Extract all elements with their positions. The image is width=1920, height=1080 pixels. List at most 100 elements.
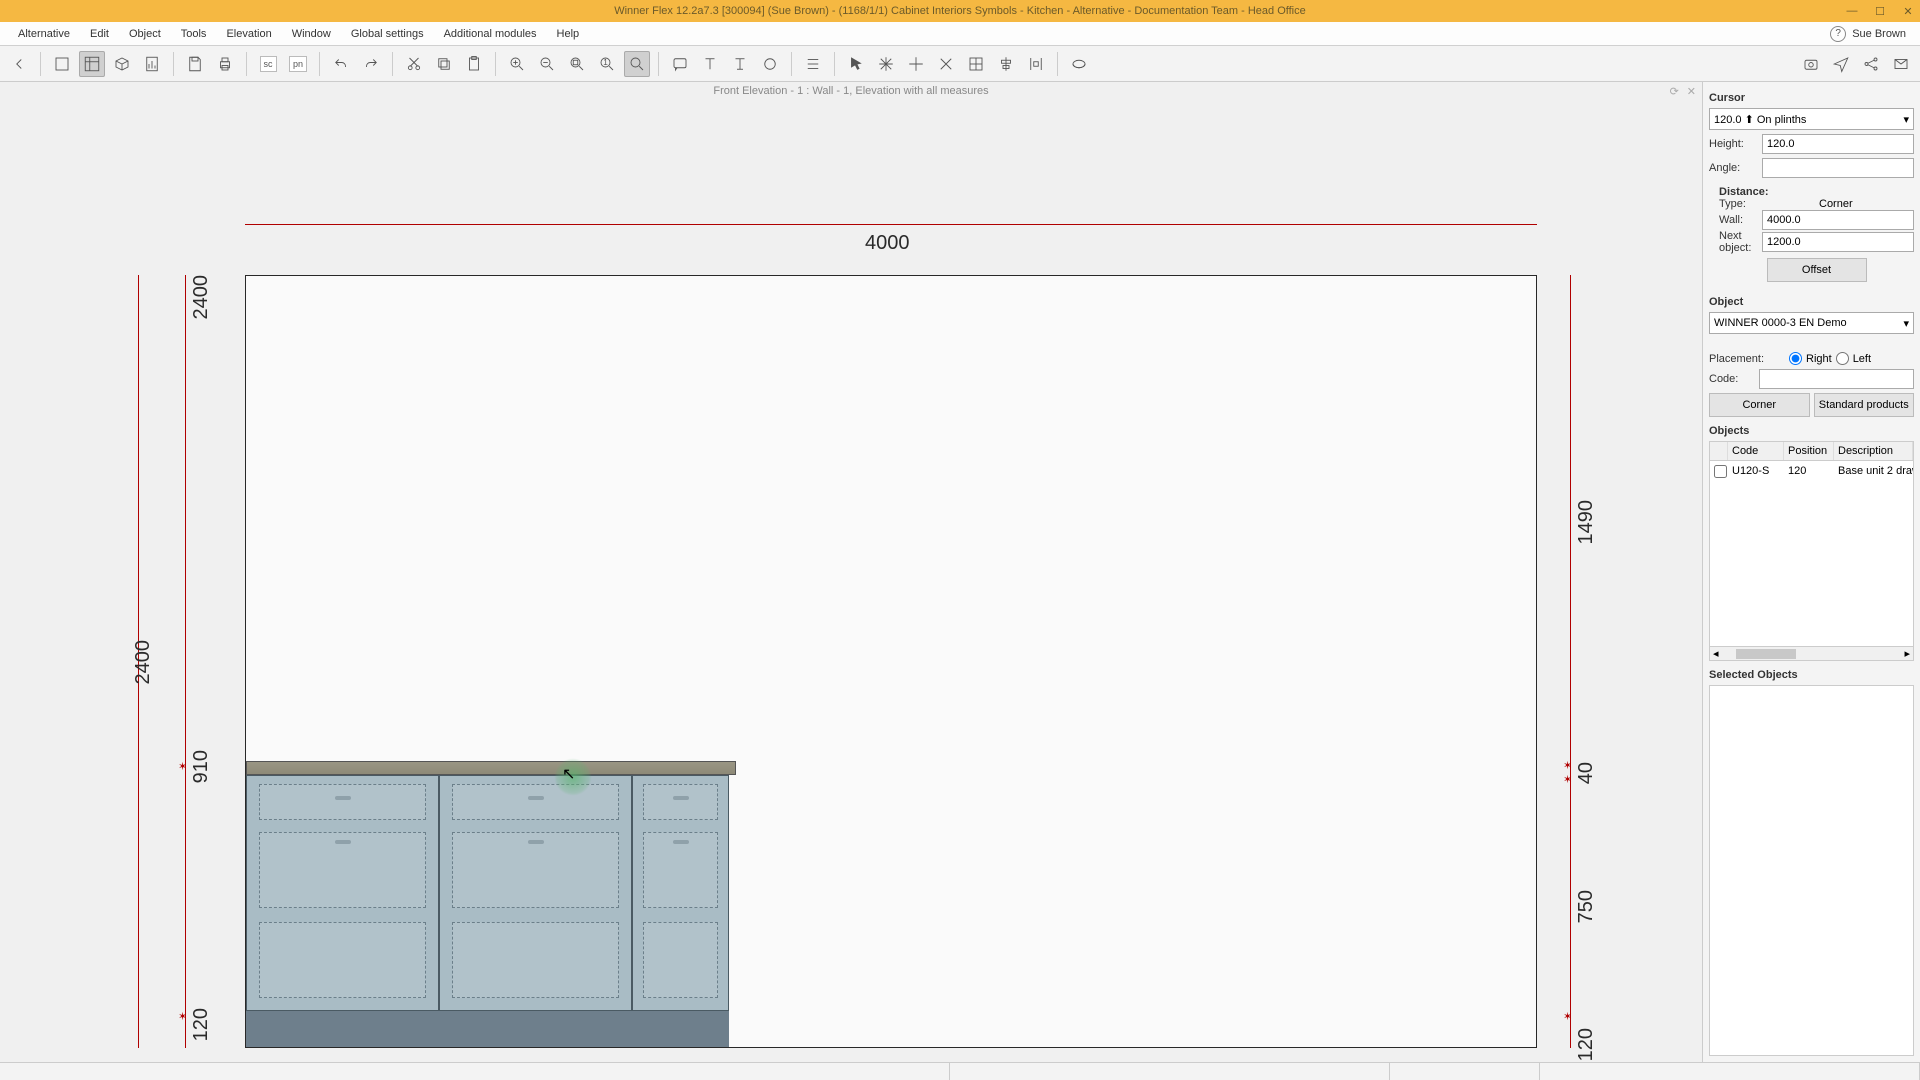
menu-object[interactable]: Object — [119, 22, 171, 45]
next-label: Next object: — [1719, 230, 1758, 254]
camera-icon[interactable] — [1798, 51, 1824, 77]
snap-b-icon[interactable] — [933, 51, 959, 77]
objects-table[interactable]: Code Position Description U120-S 120 Bas… — [1709, 441, 1914, 661]
cursor-mode-select[interactable]: 120.0 ⬆ On plinths ▾ — [1709, 108, 1914, 130]
list-icon[interactable] — [800, 51, 826, 77]
standard-products-button[interactable]: Standard products — [1814, 393, 1915, 417]
cursor-arrow-icon: ↖ — [562, 764, 575, 784]
dimension-icon[interactable] — [727, 51, 753, 77]
angle-field[interactable] — [1762, 158, 1914, 178]
share-icon[interactable] — [1858, 51, 1884, 77]
cursor-mode-value: 120.0 ⬆ On plinths — [1714, 113, 1806, 126]
table-row[interactable]: U120-S 120 Base unit 2 drawe — [1710, 461, 1913, 485]
restore-icon[interactable]: ⟳ — [1670, 85, 1679, 98]
note-icon[interactable] — [667, 51, 693, 77]
col-description[interactable]: Description — [1834, 442, 1913, 460]
dim-left-inner — [185, 275, 186, 1048]
pn-button[interactable]: pn — [285, 51, 311, 77]
chevron-down-icon: ▾ — [1903, 317, 1909, 330]
snap-star-icon[interactable] — [873, 51, 899, 77]
statusbar — [0, 1062, 1920, 1080]
minimize-icon[interactable]: — — [1845, 4, 1859, 18]
scroll-left-icon[interactable]: ◂ — [1710, 647, 1722, 660]
code-field[interactable] — [1759, 369, 1914, 389]
grid-icon[interactable] — [963, 51, 989, 77]
type-value: Corner — [1799, 198, 1914, 210]
col-position[interactable]: Position — [1784, 442, 1834, 460]
menu-elevation[interactable]: Elevation — [216, 22, 281, 45]
view-plan-icon[interactable] — [49, 51, 75, 77]
catalogue-select[interactable]: WINNER 0000-3 EN Demo ▾ — [1709, 312, 1914, 334]
dim-right-120: 120 — [1575, 1028, 1598, 1061]
render-icon[interactable] — [1066, 51, 1092, 77]
pointer-icon[interactable] — [843, 51, 869, 77]
view-elevation-icon[interactable] — [79, 51, 105, 77]
zoom-window-icon[interactable] — [624, 51, 650, 77]
text-icon[interactable] — [697, 51, 723, 77]
plinth[interactable] — [246, 1011, 729, 1047]
paste-icon[interactable] — [461, 51, 487, 77]
circle-icon[interactable] — [757, 51, 783, 77]
close-view-icon[interactable]: ✕ — [1687, 85, 1696, 98]
offset-button[interactable]: Offset — [1767, 258, 1867, 282]
menu-edit[interactable]: Edit — [80, 22, 119, 45]
placement-left-radio[interactable]: Left — [1836, 352, 1871, 365]
distribute-icon[interactable] — [1023, 51, 1049, 77]
save-icon[interactable] — [182, 51, 208, 77]
align-icon[interactable] — [993, 51, 1019, 77]
cabinet-1[interactable] — [246, 775, 439, 1011]
menu-global-settings[interactable]: Global settings — [341, 22, 434, 45]
undo-icon[interactable] — [328, 51, 354, 77]
row-checkbox[interactable] — [1714, 465, 1727, 478]
send-icon[interactable] — [1828, 51, 1854, 77]
canvas-area[interactable]: Front Elevation - 1 : Wall - 1, Elevatio… — [0, 82, 1702, 1062]
next-field[interactable] — [1762, 232, 1914, 252]
zoom-actual-icon[interactable]: 1 — [594, 51, 620, 77]
placement-right-radio[interactable]: Right — [1789, 352, 1832, 365]
menu-window[interactable]: Window — [282, 22, 341, 45]
sc-button[interactable]: sc — [255, 51, 281, 77]
wall-field[interactable] — [1762, 210, 1914, 230]
type-label: Type: — [1719, 198, 1795, 210]
cabinet-2[interactable] — [439, 775, 632, 1011]
user-display[interactable]: ? Sue Brown — [1830, 26, 1912, 42]
dim-left-outer-label: 2400 — [132, 640, 155, 685]
print-icon[interactable] — [212, 51, 238, 77]
code-label: Code: — [1709, 373, 1755, 385]
close-icon[interactable]: ✕ — [1901, 4, 1915, 18]
scroll-right-icon[interactable]: ▸ — [1901, 647, 1913, 660]
redo-icon[interactable] — [358, 51, 384, 77]
cut-icon[interactable] — [401, 51, 427, 77]
col-code[interactable]: Code — [1728, 442, 1784, 460]
zoom-out-icon[interactable] — [534, 51, 560, 77]
cabinet-group — [246, 775, 729, 1011]
menu-alternative[interactable]: Alternative — [8, 22, 80, 45]
menu-tools[interactable]: Tools — [171, 22, 217, 45]
tick: ✶ — [178, 1010, 187, 1023]
worktop[interactable] — [246, 761, 736, 775]
snap-a-icon[interactable] — [903, 51, 929, 77]
corner-button[interactable]: Corner — [1709, 393, 1810, 417]
view-3d-icon[interactable] — [109, 51, 135, 77]
cursor-section: Cursor — [1709, 92, 1914, 104]
zoom-fit-icon[interactable] — [564, 51, 590, 77]
mail-icon[interactable] — [1888, 51, 1914, 77]
table-scrollbar[interactable]: ◂ ▸ — [1710, 646, 1913, 660]
menu-additional-modules[interactable]: Additional modules — [434, 22, 547, 45]
dim-top-line — [245, 224, 1537, 225]
row-code: U120-S — [1728, 463, 1784, 483]
titlebar: Winner Flex 12.2a7.3 [300094] (Sue Brown… — [0, 0, 1920, 22]
help-icon[interactable]: ? — [1830, 26, 1846, 42]
scroll-thumb[interactable] — [1736, 649, 1796, 659]
view-report-icon[interactable] — [139, 51, 165, 77]
height-field[interactable] — [1762, 134, 1914, 154]
selected-objects-box[interactable] — [1709, 685, 1914, 1056]
cabinet-3[interactable] — [632, 775, 729, 1011]
copy-icon[interactable] — [431, 51, 457, 77]
back-icon[interactable] — [6, 51, 32, 77]
menu-help[interactable]: Help — [547, 22, 590, 45]
row-pos: 120 — [1784, 463, 1834, 483]
row-desc: Base unit 2 drawe — [1834, 463, 1913, 483]
maximize-icon[interactable]: ☐ — [1873, 4, 1887, 18]
zoom-in-icon[interactable] — [504, 51, 530, 77]
